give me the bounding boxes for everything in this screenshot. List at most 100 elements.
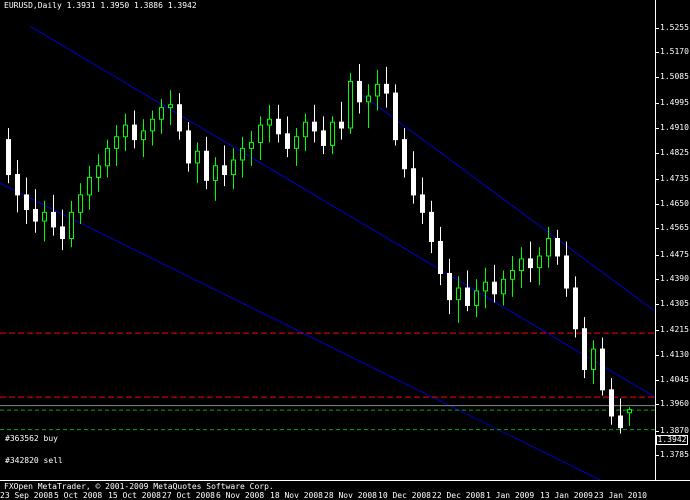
bear-candle [609,389,614,417]
bull-candle [141,130,146,141]
bear-candle [573,287,578,330]
price-tick-label: 1.3870 [660,425,689,435]
candlestick-chart [0,25,655,480]
price-tick-label: 1.4215 [660,325,689,335]
bull-candle [150,118,155,132]
time-tick-label: 13 Jan 2009 [540,491,593,500]
price-tick-label: 1.4995 [660,98,689,108]
price-tick-mark [656,77,659,79]
bull-candle [69,211,74,240]
bear-candle [411,168,416,196]
price-tick-label: 1.4735 [660,173,689,183]
bear-candle [186,130,191,164]
channel-upper-line [29,25,655,398]
bear-candle [132,124,137,141]
bull-candle [105,147,110,167]
bull-candle [168,104,173,109]
bear-candle [528,258,533,269]
bull-candle [303,121,308,138]
chart-header: EURUSD,Daily 1.3931 1.3950 1.3886 1.3942 [4,1,197,10]
bear-candle [24,194,29,210]
time-axis: 23 Sep 2008 5 Oct 2008 15 Oct 2008 27 Oct 2… [0,492,655,500]
price-tick-label: 1.4390 [660,274,689,284]
time-tick-label: 23 Sep 2008 [0,491,53,500]
bear-candle [618,415,623,429]
bear-candle [384,83,389,94]
chart-window[interactable]: EURUSD,Daily 1.3931 1.3950 1.3886 1.3942… [0,0,690,500]
bear-candle [204,150,209,181]
buy-order-label[interactable]: #363562 buy [5,434,58,443]
time-tick-label: 15 Oct 2008 [108,491,161,500]
price-tick-mark [656,254,659,256]
bear-candle [438,240,443,274]
bear-candle [51,211,56,228]
price-tick-mark [656,228,659,230]
current-price-label: 1.3942 [656,435,688,445]
price-tick-mark [656,330,659,332]
time-tick-label: 1 Jan 2009 [486,491,535,500]
bear-candle [564,255,569,289]
bear-candle [312,121,317,132]
bull-candle [159,107,164,120]
price-tick-mark [656,279,659,281]
price-tick-label: 1.5170 [660,47,689,57]
price-tick-label: 1.4130 [660,349,689,359]
bear-candle [177,104,182,132]
bear-candle [285,133,290,149]
bull-candle [123,124,128,138]
bull-candle [78,194,83,213]
bull-candle [375,83,380,97]
time-tick-label: 18 Nov 2008 [270,491,323,500]
bear-candle [465,287,470,306]
bear-candle [357,80,362,103]
price-axis: 1.5255 1.5170 1.5085 1.4995 1.4910 1.4825 1.47… [655,0,690,480]
time-tick-label: 5 Oct 2008 [54,491,103,500]
price-tick-mark [656,52,659,54]
bear-candle [492,281,497,295]
price-tick-label: 1.5085 [660,72,689,82]
price-tick-mark [656,354,659,356]
bear-candle [555,238,560,257]
price-tick-mark [656,304,659,305]
bull-candle [501,278,506,295]
time-tick-label: 27 Oct 2008 [162,491,215,500]
bear-candle [276,118,281,135]
bear-candle [420,194,425,213]
time-tick-label: 22 Dec 2008 [432,491,485,500]
sell-order-label[interactable]: #342820 sell [5,456,63,465]
price-tick-label: 1.4910 [660,123,689,132]
bull-candle [348,80,353,129]
bull-candle [330,121,335,146]
price-tick-label: 1.3960 [660,399,689,409]
bull-candle [42,211,47,222]
price-tick-mark [656,455,659,457]
bull-candle [96,165,101,178]
price-tick-label: 1.5255 [660,22,689,32]
price-tick-mark [656,27,659,29]
bull-candle [267,118,272,126]
bull-candle [474,290,479,306]
price-chart[interactable]: EURUSD,Daily 1.3931 1.3950 1.3886 1.3942… [0,0,655,480]
bear-candle [222,165,227,176]
price-tick-label: 1.4825 [660,147,689,157]
bull-candle [591,348,596,370]
price-tick-mark [656,379,659,381]
price-tick-mark [656,103,659,105]
bull-candle [195,150,200,164]
bull-candle [258,124,263,144]
bull-candle [483,281,488,292]
price-tick-label: 1.4565 [660,223,689,233]
time-tick-label: 28 Nov 2008 [324,491,377,500]
copyright-text: FXOpen MetaTrader, © 2001-2009 MetaQuote… [4,482,274,491]
price-tick-label: 1.3785 [660,450,689,460]
bear-candle [15,174,20,196]
price-tick-label: 1.4475 [660,249,689,259]
bull-candle [510,270,515,280]
bull-candle [213,165,218,181]
price-tick-mark [656,152,659,154]
bull-candle [249,142,254,149]
bear-candle [6,139,11,176]
price-tick-mark [656,430,659,432]
bear-candle [582,328,587,370]
channel-lower-line [0,182,601,480]
